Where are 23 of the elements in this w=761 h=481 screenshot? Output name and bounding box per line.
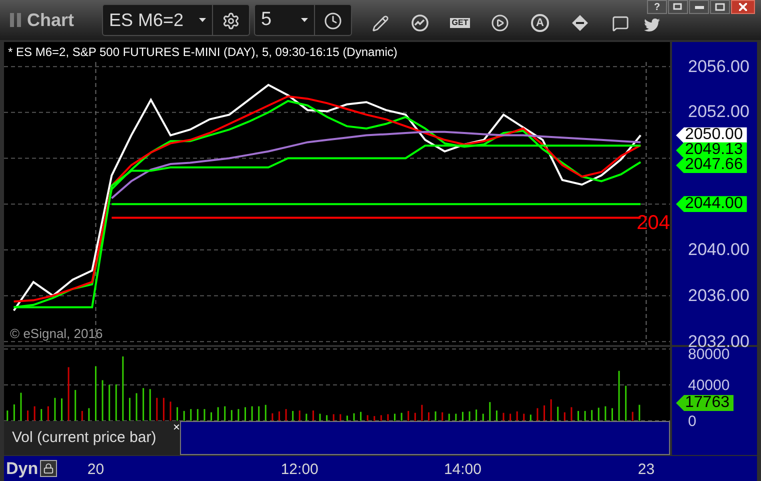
- panel-title: Chart: [27, 8, 74, 32]
- axis-label: 0: [688, 414, 696, 430]
- chart-header: * ES M6=2, S&P 500 FUTURES E-MINI (DAY), 5, 09:30-16:15 (Dynamic): [7, 44, 398, 61]
- axis-label: 2056.00: [688, 58, 750, 75]
- price-tag: 2044.00: [676, 196, 747, 212]
- axis-label: 2052.00: [688, 104, 750, 120]
- price-tag: 2047.66: [676, 157, 747, 174]
- axis-label: 2036.00: [688, 288, 750, 304]
- time-label: 20: [87, 460, 104, 480]
- price-tag: 2050.00: [676, 127, 747, 144]
- axis-label: 2032.00: [688, 334, 750, 350]
- volume-tag: 17763: [676, 395, 734, 411]
- time-label: 14:00: [444, 460, 482, 480]
- axis-label: 80000: [688, 347, 730, 363]
- axis-mode-label: Dyn: [6, 458, 38, 480]
- time-label: 23: [638, 460, 655, 480]
- axis-label: 40000: [688, 378, 730, 394]
- price-tag: 2049.13: [676, 142, 747, 158]
- level-label: 204: [636, 212, 670, 234]
- copyright-text: © eSignal, 2016: [10, 324, 103, 343]
- axis-label: 2040.00: [688, 242, 750, 258]
- legend-label: Vol (current price bar): [12, 428, 156, 448]
- time-label: 12:00: [280, 460, 318, 480]
